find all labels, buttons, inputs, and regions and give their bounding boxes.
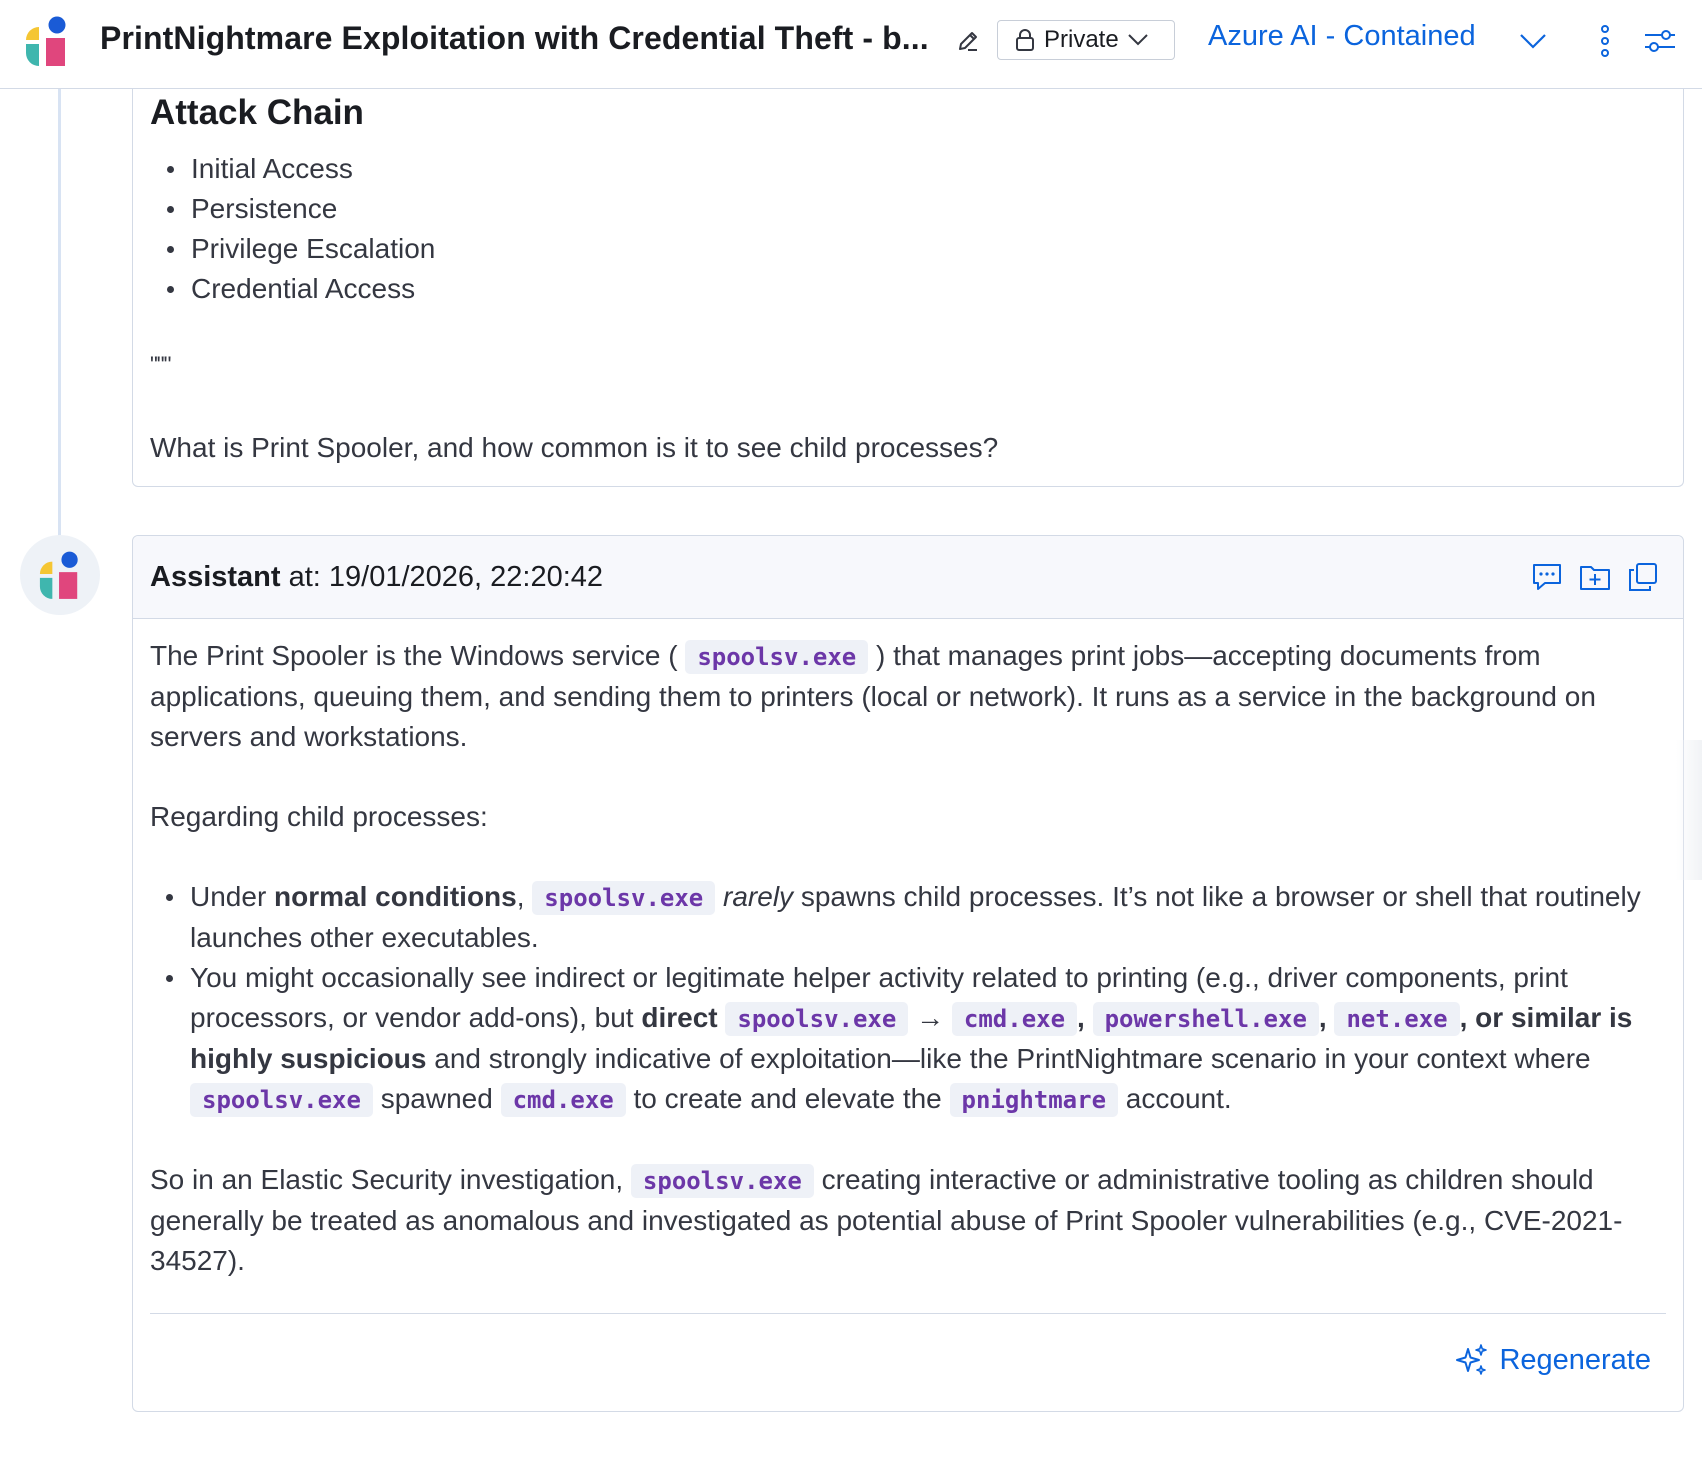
- code-spoolsv: spoolsv.exe: [532, 881, 716, 915]
- sparkles-icon: [1456, 1344, 1488, 1375]
- kebab-icon[interactable]: [1594, 24, 1616, 58]
- assistant-avatar: [20, 535, 100, 615]
- attack-chain-heading: Attack Chain: [150, 93, 364, 132]
- code-spoolsv: spoolsv.exe: [630, 1164, 814, 1198]
- paragraph: So in an Elastic Security investigation,…: [150, 1164, 1623, 1276]
- code-cmd: cmd.exe: [500, 1083, 626, 1117]
- list-item: Privilege Escalation: [166, 229, 435, 269]
- visibility-dropdown[interactable]: Private: [997, 20, 1175, 60]
- scrollbar-shadow: [1676, 740, 1702, 880]
- visibility-label: Private: [1044, 26, 1119, 53]
- pencil-icon[interactable]: [955, 28, 981, 54]
- code-spoolsv: spoolsv.exe: [725, 1002, 909, 1036]
- divider: [150, 1313, 1666, 1314]
- code-pnightmare: pnightmare: [949, 1083, 1119, 1117]
- settings-sliders-icon[interactable]: [1642, 24, 1678, 58]
- list-item: Under normal conditions, spoolsv.exe rar…: [166, 877, 1660, 958]
- comment-icon[interactable]: [1530, 561, 1564, 593]
- list-item: Persistence: [166, 189, 435, 229]
- chevron-down-icon[interactable]: [1518, 26, 1548, 56]
- paragraph: The Print Spooler is the Windows service…: [150, 640, 1596, 752]
- assistant-message-header: Assistant at: 19/01/2026, 22:20:42: [133, 536, 1683, 619]
- timeline-line: [58, 89, 61, 537]
- arrow: →: [916, 1002, 945, 1033]
- regenerate-label: Regenerate: [1499, 1343, 1651, 1376]
- assistant-message-body: The Print Spooler is the Windows service…: [150, 636, 1660, 1321]
- attack-chain-list: Initial Access Persistence Privilege Esc…: [166, 149, 435, 309]
- assistant-message-card: Assistant at: 19/01/2026, 22:20:42 The P…: [132, 535, 1684, 1412]
- message-timestamp: 19/01/2026, 22:20:42: [328, 561, 604, 593]
- user-message-card: Attack Chain Initial Access Persistence …: [132, 89, 1684, 487]
- code-powershell: powershell.exe: [1092, 1002, 1319, 1036]
- message-author: Assistant at: 19/01/2026, 22:20:42: [150, 561, 604, 593]
- lock-icon: [1016, 29, 1034, 51]
- add-to-folder-icon[interactable]: [1578, 561, 1612, 593]
- quote-delimiter: """: [150, 352, 171, 377]
- list-item: Credential Access: [166, 269, 435, 309]
- child-process-list: Under normal conditions, spoolsv.exe rar…: [150, 877, 1660, 1120]
- code-spoolsv: spoolsv.exe: [190, 1083, 373, 1117]
- code-cmd: cmd.exe: [951, 1002, 1078, 1036]
- list-item: Initial Access: [166, 149, 435, 189]
- regenerate-button[interactable]: Regenerate: [1455, 1343, 1651, 1377]
- conversation-header: PrintNightmare Exploitation with Credent…: [0, 0, 1702, 89]
- code-net: net.exe: [1334, 1002, 1460, 1036]
- user-question: What is Print Spooler, and how common is…: [150, 432, 999, 463]
- assistant-logo-icon: [39, 551, 78, 599]
- chevron-down-icon: [1127, 34, 1148, 46]
- copy-icon[interactable]: [1626, 561, 1660, 593]
- connector-selector[interactable]: Azure AI - Contained: [1208, 20, 1476, 53]
- conversation-title: PrintNightmare Exploitation with Credent…: [100, 20, 929, 56]
- code-spoolsv: spoolsv.exe: [685, 640, 869, 674]
- list-item: You might occasionally see indirect or l…: [166, 958, 1660, 1120]
- app-logo: [26, 16, 66, 66]
- paragraph: Regarding child processes:: [150, 801, 488, 832]
